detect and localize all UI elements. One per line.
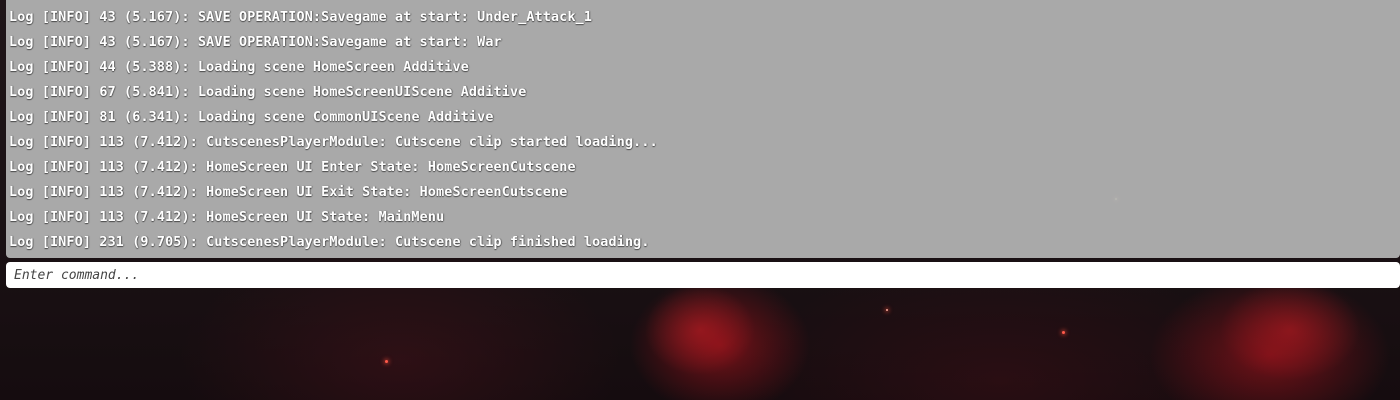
log-level: [INFO] xyxy=(41,110,92,125)
log-frame: 113 xyxy=(99,210,124,225)
log-level: [INFO] xyxy=(41,235,92,250)
log-line: Log [INFO] 67 (5.841): Loading scene Hom… xyxy=(9,80,1400,105)
log-level: [INFO] xyxy=(41,60,92,75)
log-prefix: Log xyxy=(9,235,34,250)
log-level: [INFO] xyxy=(41,210,92,225)
log-message: Loading scene CommonUIScene Additive xyxy=(197,110,494,125)
log-frame: 44 xyxy=(99,60,116,75)
log-message: Loading scene HomeScreenUIScene Additive xyxy=(197,85,527,100)
log-prefix: Log xyxy=(9,85,34,100)
log-prefix: Log xyxy=(9,185,34,200)
log-message: CutscenesPlayerModule: Cutscene clip fin… xyxy=(206,235,650,250)
command-input[interactable] xyxy=(14,262,1392,288)
star-icon xyxy=(385,360,388,363)
star-icon xyxy=(1062,331,1065,334)
log-prefix: Log xyxy=(9,10,34,25)
log-time: (5.841): xyxy=(124,85,190,100)
command-bar xyxy=(6,262,1400,288)
star-icon xyxy=(886,309,888,311)
log-frame: 81 xyxy=(99,110,116,125)
log-message: HomeScreen UI Enter State: HomeScreenCut… xyxy=(206,160,576,175)
log-line: Log [INFO] 81 (6.341): Loading scene Com… xyxy=(9,105,1400,130)
log-time: (6.341): xyxy=(124,110,190,125)
log-prefix: Log xyxy=(9,210,34,225)
log-time: (5.167): xyxy=(124,10,190,25)
log-message: SAVE OPERATION:Savegame at start: Under_… xyxy=(197,10,593,25)
log-frame: 67 xyxy=(99,85,116,100)
log-frame: 231 xyxy=(99,235,124,250)
log-line: Log [INFO] 113 (7.412): CutscenesPlayerM… xyxy=(9,130,1400,155)
log-level: [INFO] xyxy=(41,10,92,25)
log-level: [INFO] xyxy=(41,185,92,200)
log-time: (7.412): xyxy=(132,185,198,200)
log-level: [INFO] xyxy=(41,35,92,50)
log-message: SAVE OPERATION:Savegame at start: War xyxy=(197,35,502,50)
log-line: Log [INFO] 113 (7.412): HomeScreen UI St… xyxy=(9,205,1400,230)
log-frame: 113 xyxy=(99,185,124,200)
log-message: CutscenesPlayerModule: Cutscene clip sta… xyxy=(206,135,658,150)
log-frame: 43 xyxy=(99,10,116,25)
log-level: [INFO] xyxy=(41,85,92,100)
log-message: HomeScreen UI State: MainMenu xyxy=(206,210,445,225)
log-line: Log [INFO] 43 (5.167): SAVE OPERATION:Sa… xyxy=(9,5,1400,30)
log-time: (9.705): xyxy=(132,235,198,250)
log-time: (5.388): xyxy=(124,60,190,75)
log-prefix: Log xyxy=(9,60,34,75)
log-message: HomeScreen UI Exit State: HomeScreenCuts… xyxy=(206,185,568,200)
log-prefix: Log xyxy=(9,35,34,50)
console-log-panel[interactable]: Log [INFO] 43 (5.167): SAVE OPERATION:Sa… xyxy=(6,0,1400,258)
log-frame: 113 xyxy=(99,160,124,175)
log-line: Log [INFO] 231 (9.705): CutscenesPlayerM… xyxy=(9,230,1400,255)
log-time: (7.412): xyxy=(132,135,198,150)
log-time: (5.167): xyxy=(124,35,190,50)
log-line: Log [INFO] 43 (5.167): SAVE OPERATION:Sa… xyxy=(9,30,1400,55)
log-prefix: Log xyxy=(9,160,34,175)
log-level: [INFO] xyxy=(41,135,92,150)
log-line: Log [INFO] 113 (7.412): HomeScreen UI Ex… xyxy=(9,180,1400,205)
log-frame: 113 xyxy=(99,135,124,150)
log-level: [INFO] xyxy=(41,160,92,175)
log-message: Loading scene HomeScreen Additive xyxy=(197,60,469,75)
log-time: (7.412): xyxy=(132,210,198,225)
log-line: Log [INFO] 113 (7.412): HomeScreen UI En… xyxy=(9,155,1400,180)
log-line: Log [INFO] 44 (5.388): Loading scene Hom… xyxy=(9,55,1400,80)
log-frame: 43 xyxy=(99,35,116,50)
log-time: (7.412): xyxy=(132,160,198,175)
log-prefix: Log xyxy=(9,135,34,150)
log-prefix: Log xyxy=(9,110,34,125)
